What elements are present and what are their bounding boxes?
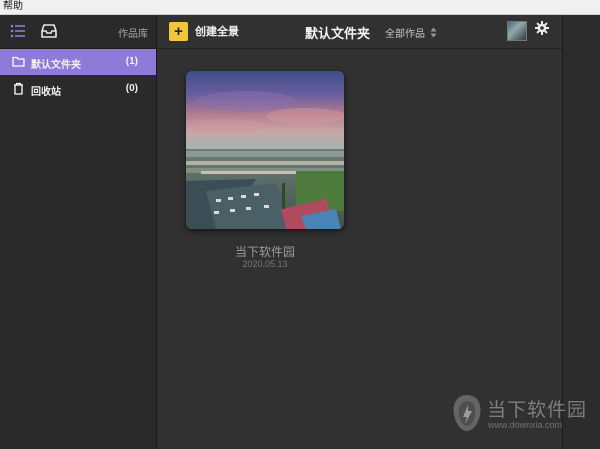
sort-arrows-icon (430, 27, 437, 38)
plus-icon: + (169, 21, 188, 41)
sidebar: 作品库 默认文件夹 (1) 回收站 (0) (0, 15, 157, 449)
sidebar-header: 作品库 (0, 15, 156, 49)
filter-dropdown[interactable]: 全部作品 (385, 25, 437, 40)
sidebar-item-count: (1) (125, 56, 138, 67)
menu-help[interactable]: 帮助 (3, 1, 23, 12)
sidebar-item-default-folder[interactable]: 默认文件夹 (1) (0, 49, 156, 75)
menu-bar: 帮助 (0, 0, 600, 15)
watermark-brand: 当下软件园 (487, 400, 588, 421)
sidebar-item-label: 默认文件夹 (31, 60, 81, 71)
library-label: 作品库 (118, 29, 148, 40)
sidebar-item-label: 回收站 (31, 87, 61, 98)
folder-icon (12, 56, 25, 67)
work-title: 当下软件园 (234, 245, 295, 259)
watermark-url: www.downxia.com (488, 420, 563, 430)
inbox-icon[interactable] (40, 22, 58, 40)
avatar[interactable] (507, 21, 527, 41)
create-panorama-button[interactable]: + 创建全景 (169, 21, 239, 41)
sidebar-item-recycle-bin[interactable]: 回收站 (0) (0, 76, 156, 102)
list-view-icon[interactable] (10, 23, 26, 39)
toolbar: + 创建全景 默认文件夹 全部作品 (157, 15, 562, 49)
sidebar-item-count: (0) (125, 83, 138, 94)
watermark: 当下软件园 www.downxia.com (451, 393, 591, 439)
main-content: + 创建全景 默认文件夹 全部作品 当下软件园 2020.05.13 (157, 15, 562, 449)
work-date: 2020.05.13 (242, 259, 288, 269)
gear-icon[interactable] (535, 21, 549, 35)
page-title: 默认文件夹 (305, 26, 371, 41)
filter-label: 全部作品 (385, 29, 425, 40)
create-panorama-label: 创建全景 (195, 26, 239, 38)
right-panel (562, 15, 600, 449)
panorama-image (186, 71, 344, 229)
watermark-logo-icon (453, 395, 481, 431)
trash-icon (14, 82, 23, 95)
work-thumbnail[interactable] (186, 71, 344, 229)
